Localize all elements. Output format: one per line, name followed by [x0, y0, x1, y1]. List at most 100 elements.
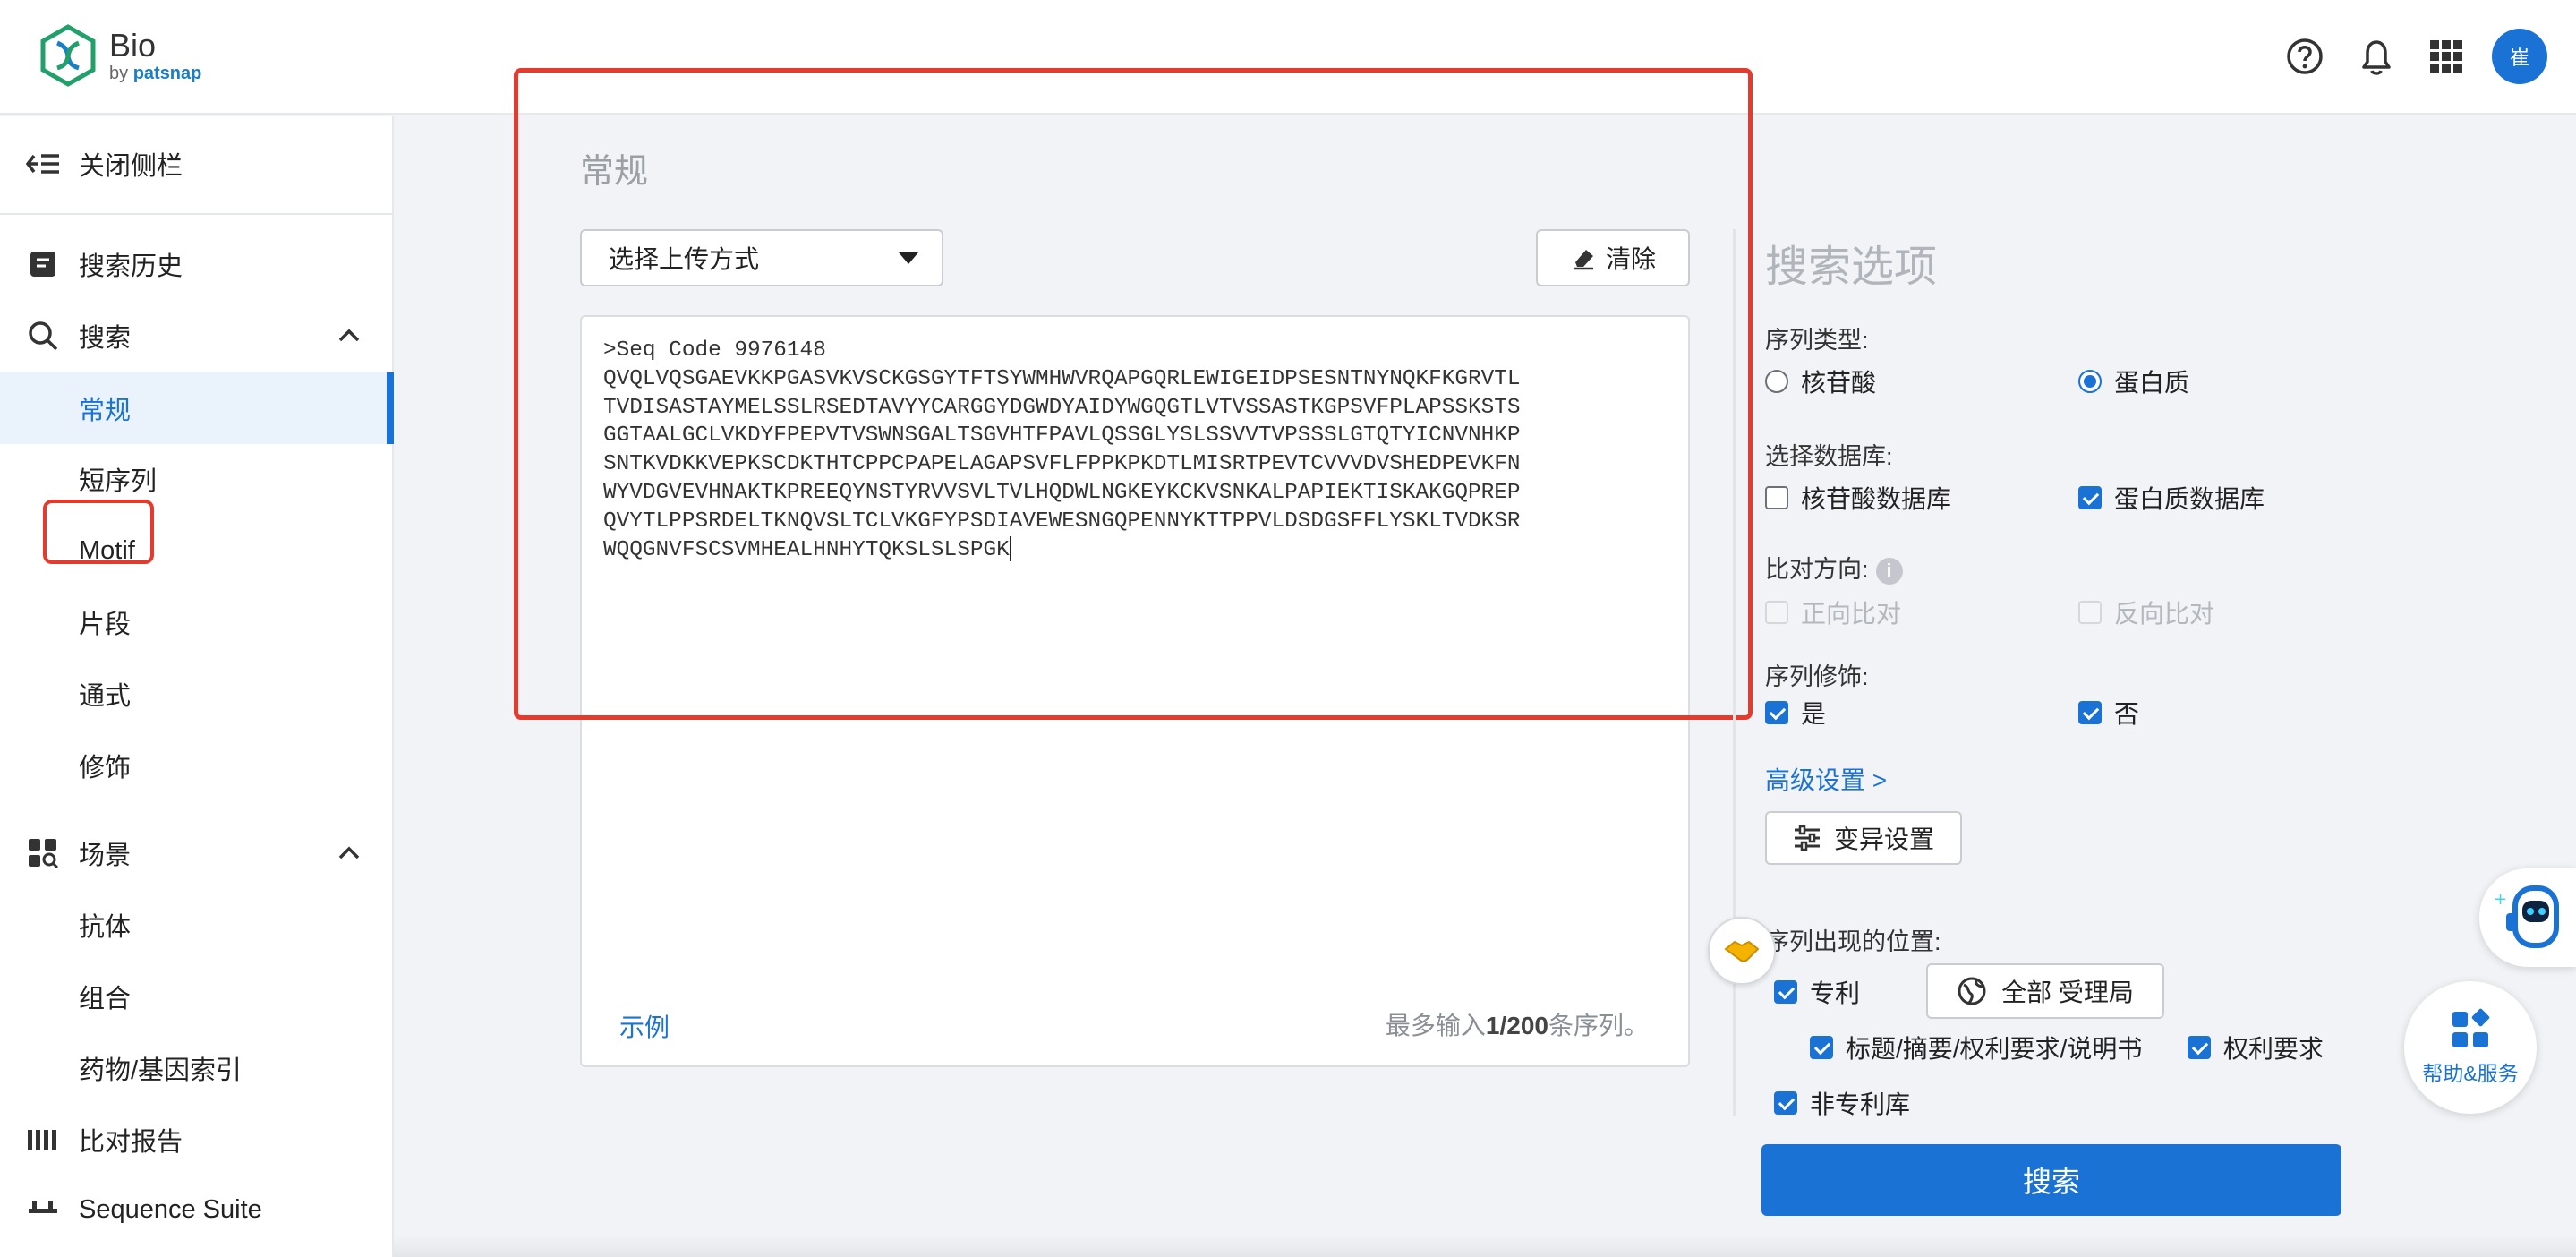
handshake-bubble[interactable]	[1708, 917, 1776, 985]
sidebar-item-search[interactable]: 搜索	[0, 304, 394, 367]
checkbox-disabled	[1765, 601, 1788, 624]
bio-logo[interactable]: Bio by patsnap	[39, 23, 201, 88]
checkbox-protein-db[interactable]: 蛋白质数据库	[2078, 480, 2265, 516]
logo-by: by patsnap	[109, 64, 201, 84]
checkbox-label: 标题/摘要/权利要求/说明书	[1846, 1035, 2143, 1063]
sequence-limit-text: 最多输入1/200条序列。	[1386, 1006, 1649, 1042]
sidebar-item-drug-gene-index[interactable]: 药物/基因索引	[0, 1037, 394, 1099]
sidebar-item-scenario[interactable]: 场景	[0, 822, 394, 885]
sidebar-item-history[interactable]: 搜索历史	[0, 233, 394, 295]
close-sidebar-label: 关闭侧栏	[79, 152, 183, 181]
search-icon	[25, 318, 61, 354]
sidebar-item-modification[interactable]: 修饰	[0, 734, 394, 797]
example-link[interactable]: 示例	[619, 1008, 670, 1044]
radio-nucleotide[interactable]: 核苷酸	[1765, 363, 1876, 399]
checkbox-checked	[2188, 1036, 2211, 1059]
search-options-title: 搜索选项	[1765, 244, 1938, 291]
chevron-up-icon[interactable]	[333, 320, 365, 352]
sidebar-item-formula[interactable]: 通式	[0, 663, 394, 725]
sidebar-item-fragment[interactable]: 片段	[0, 591, 394, 654]
help-widget-label: 帮助&服务	[2422, 1062, 2519, 1085]
assistant-robot-widget[interactable]: +	[2479, 868, 2576, 967]
sequence-type-label: 序列类型:	[1765, 327, 1869, 354]
checkbox-claims[interactable]: 权利要求	[2188, 1030, 2324, 1065]
sidebar-item-antibody[interactable]: 抗体	[0, 894, 394, 956]
sidebar-item-label: 短序列	[79, 467, 158, 496]
checkbox-checked	[1810, 1036, 1833, 1059]
sidebar-item-label: 搜索	[79, 324, 132, 353]
checkbox-label: 蛋白质数据库	[2114, 485, 2265, 513]
checkbox-mod-yes[interactable]: 是	[1765, 695, 1826, 731]
checkbox-label: 非专利库	[1810, 1090, 1911, 1118]
limit-prefix: 最多输入	[1385, 1012, 1486, 1039]
checkbox-checked	[1774, 980, 1797, 1004]
sidebar-divider	[0, 213, 394, 215]
sidebar-item-sequence-suite[interactable]: Sequence Suite	[0, 1178, 394, 1241]
direction-label: 比对方向: i	[1765, 550, 1903, 585]
checkbox-nucleotide-db[interactable]: 核苷酸数据库	[1765, 480, 1951, 516]
limit-suffix: 条序列。	[1548, 1012, 1649, 1039]
advanced-settings-link[interactable]: 高级设置 >	[1765, 761, 1887, 797]
bottom-shadow	[394, 1236, 2576, 1257]
close-sidebar-button[interactable]: 关闭侧栏	[0, 133, 394, 195]
robot-icon: +	[2494, 885, 2559, 948]
info-icon[interactable]: i	[1875, 557, 1903, 585]
apps-grid-icon[interactable]	[2424, 34, 2469, 79]
help-service-widget[interactable]: 帮助&服务	[2404, 981, 2537, 1114]
variation-settings-button[interactable]: 变异设置	[1765, 811, 1962, 865]
chevron-up-icon[interactable]	[333, 837, 365, 869]
direction-label-text: 比对方向:	[1765, 556, 1869, 583]
checkbox	[1765, 486, 1788, 509]
radio-button	[1765, 370, 1788, 393]
checkbox-checked	[2078, 701, 2102, 724]
help-circle-icon[interactable]	[2282, 34, 2327, 79]
checkbox-patent[interactable]: 专利	[1774, 974, 1860, 1010]
radio-protein[interactable]: 蛋白质	[2078, 363, 2189, 399]
radio-label: 核苷酸	[1801, 369, 1877, 397]
dna-logo-icon	[40, 24, 96, 87]
checkbox-checked	[2078, 486, 2102, 509]
scenario-icon	[25, 835, 61, 871]
checkbox-label: 正向比对	[1801, 600, 1902, 628]
highlight-box-regular	[43, 500, 154, 564]
limit-count: 1/200	[1485, 1012, 1548, 1039]
checkbox-forward: 正向比对	[1765, 594, 1901, 630]
sidebar-item-label: 场景	[79, 842, 132, 870]
sidebar-item-label: 比对报告	[79, 1128, 183, 1157]
sliders-icon	[1794, 825, 1820, 851]
search-button[interactable]: 搜索	[1761, 1144, 2341, 1216]
sidebar-item-label: 组合	[79, 985, 132, 1013]
logo-by-text: by	[109, 63, 129, 83]
sidebar-item-alignment-report[interactable]: 比对报告	[0, 1108, 394, 1171]
sidebar-item-regular[interactable]: 常规	[0, 372, 394, 444]
report-icon	[25, 1122, 61, 1158]
sidebar-item-combination[interactable]: 组合	[0, 965, 394, 1028]
sidebar-item-label: 常规	[79, 397, 132, 425]
history-icon	[25, 246, 61, 282]
modification-label: 序列修饰:	[1765, 663, 1869, 690]
handshake-icon	[1724, 940, 1760, 962]
sidebar: 关闭侧栏 搜索历史 搜索 常规 短序列 Motif 片段 通式 修饰 场景 抗体…	[0, 116, 394, 1257]
checkbox-label: 权利要求	[2223, 1035, 2324, 1063]
checkbox-non-patent[interactable]: 非专利库	[1774, 1085, 1910, 1121]
database-label: 选择数据库:	[1765, 443, 1893, 470]
logo-name: Bio	[109, 26, 157, 64]
radio-label: 蛋白质	[2114, 369, 2190, 397]
sidebar-item-label: 片段	[79, 611, 132, 639]
variation-button-label: 变异设置	[1833, 825, 1934, 853]
office-select-button[interactable]: 全部 受理局	[1926, 963, 2164, 1019]
suite-icon	[25, 1192, 61, 1227]
sidebar-item-label: 搜索历史	[79, 252, 183, 281]
bell-icon[interactable]	[2354, 34, 2399, 79]
checkbox-reverse: 反向比对	[2078, 594, 2214, 630]
checkbox-mod-no[interactable]: 否	[2078, 695, 2139, 731]
globe-icon	[1958, 977, 1986, 1005]
checkbox-label: 核苷酸数据库	[1801, 485, 1952, 513]
office-button-label: 全部 受理局	[2001, 979, 2134, 1006]
user-avatar[interactable]: 崔	[2492, 29, 2547, 84]
sidebar-item-label: 药物/基因索引	[79, 1056, 243, 1085]
checkbox-label: 专利	[1810, 979, 1861, 1007]
active-indicator	[387, 372, 394, 444]
checkbox-label: 反向比对	[2114, 600, 2215, 628]
checkbox-title-abstract[interactable]: 标题/摘要/权利要求/说明书	[1810, 1030, 2142, 1065]
